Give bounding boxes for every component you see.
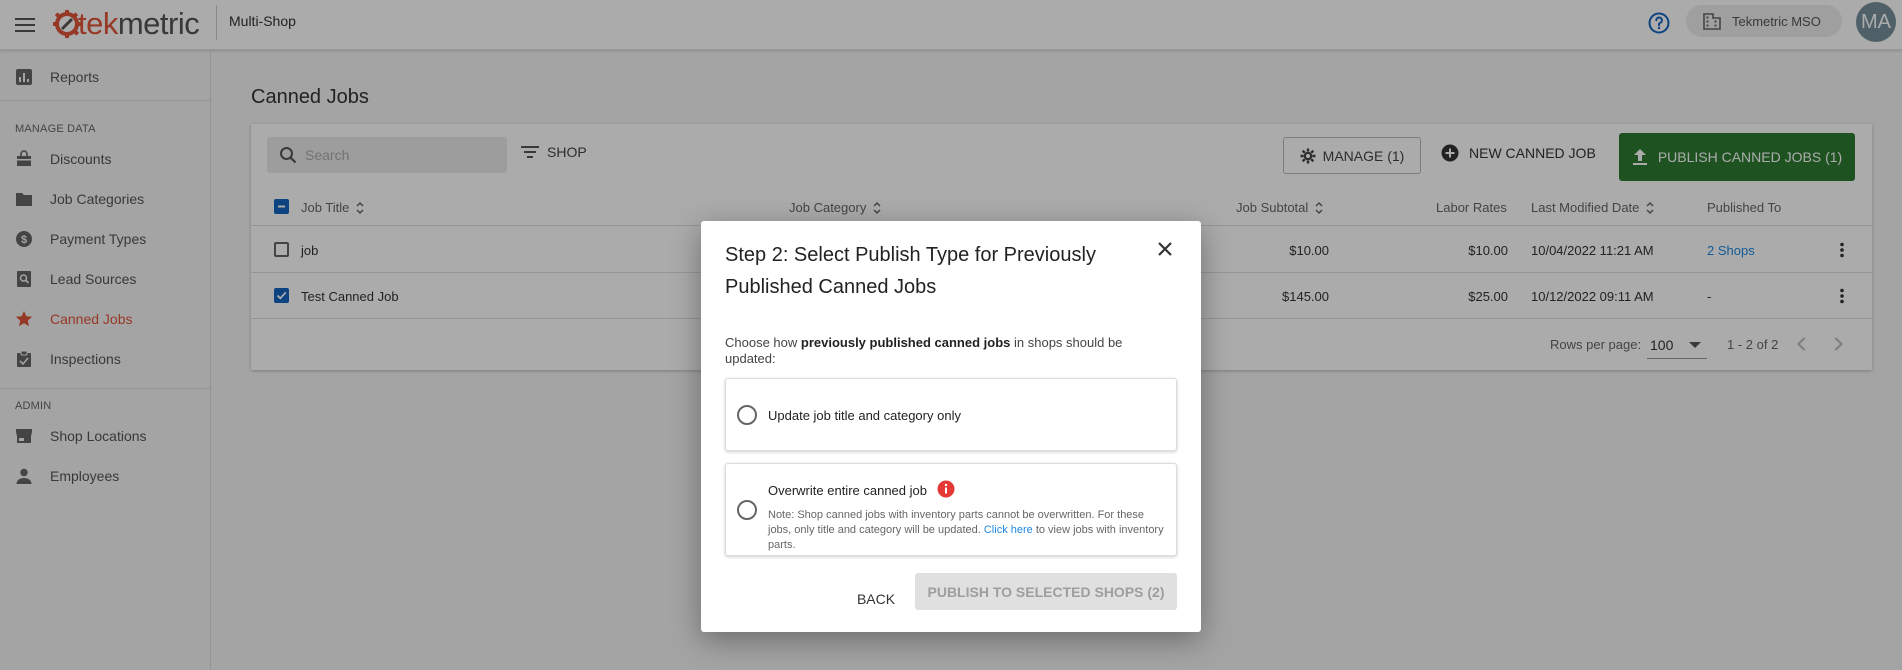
option-note: Note: Shop canned jobs with inventory pa… bbox=[768, 508, 1170, 553]
close-icon[interactable] bbox=[1153, 237, 1177, 261]
option-label: Overwrite entire canned job bbox=[768, 483, 927, 498]
radio-update-title-category[interactable] bbox=[737, 405, 757, 425]
publish-to-selected-shops-button[interactable]: PUBLISH TO SELECTED SHOPS (2) bbox=[915, 573, 1177, 610]
inventory-parts-link[interactable]: Click here bbox=[984, 524, 1033, 536]
option-update-title-category[interactable]: Update job title and category only bbox=[725, 378, 1177, 451]
dialog-description: Choose how previously published canned j… bbox=[725, 335, 1165, 367]
dialog-title: Step 2: Select Publish Type for Previous… bbox=[725, 244, 1096, 298]
option-overwrite-canned-job[interactable]: Overwrite entire canned job Note: Shop c… bbox=[725, 463, 1177, 556]
radio-overwrite-canned-job[interactable] bbox=[737, 500, 757, 520]
back-button[interactable]: BACK bbox=[831, 581, 921, 617]
option-label: Update job title and category only bbox=[768, 408, 961, 423]
description-bold: previously published canned jobs bbox=[800, 335, 1011, 350]
description-text: Choose how bbox=[725, 335, 801, 350]
info-icon[interactable] bbox=[937, 480, 955, 498]
publish-type-dialog: Step 2: Select Publish Type for Previous… bbox=[701, 221, 1201, 632]
